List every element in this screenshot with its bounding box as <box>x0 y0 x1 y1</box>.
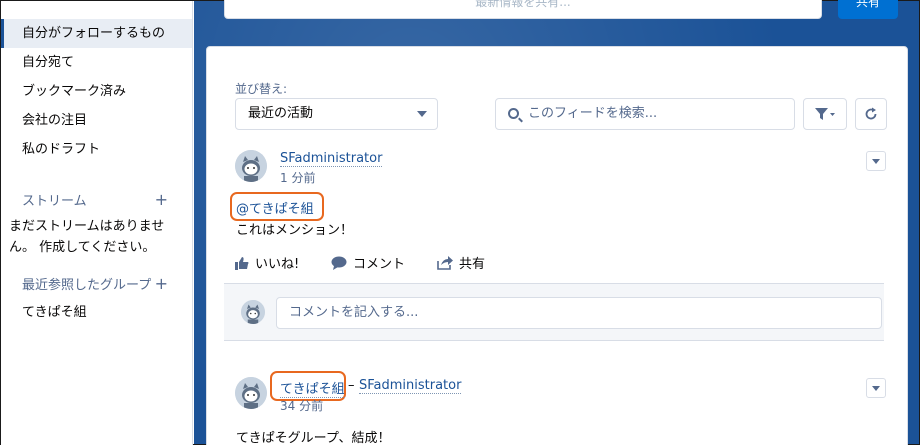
sidebar-item-to-me[interactable]: 自分宛て <box>1 48 192 77</box>
refresh-icon <box>865 107 877 120</box>
mention-link[interactable]: @てきぱそ組 <box>236 198 314 217</box>
sort-select-value: 最近の活動 <box>248 106 314 121</box>
post-author-link[interactable]: SFadministrator <box>280 151 383 167</box>
comment-area: コメントを記入する... <box>224 283 884 341</box>
post-group-link[interactable]: てきぱそ組 <box>280 378 345 398</box>
commenter-avatar <box>241 300 265 324</box>
sidebar-group-item[interactable]: てきぱそ組 <box>1 298 192 327</box>
comment-input[interactable]: コメントを記入する... <box>276 297 882 329</box>
share-action-button[interactable]: 共有 <box>437 253 485 272</box>
post-timestamp[interactable]: 34 分前 <box>280 397 323 414</box>
comment-placeholder: コメントを記入する... <box>289 305 419 320</box>
add-group-icon[interactable]: + <box>155 274 168 293</box>
share-input[interactable]: 最新情報を共有... <box>224 0 822 19</box>
groups-title: 最近参照したグループ <box>22 277 152 293</box>
filter-button[interactable] <box>803 98 847 130</box>
like-button[interactable]: いいね! <box>235 253 299 272</box>
streams-title: ストリーム <box>22 193 87 209</box>
sidebar-item-bookmarked[interactable]: ブックマーク済み <box>1 77 192 106</box>
feed-panel: 並び替え: 最近の活動 このフィードを検索... SFadministrator… <box>206 46 908 445</box>
filter-icon <box>815 108 835 120</box>
sidebar-item-my-drafts[interactable]: 私のドラフト <box>1 135 192 164</box>
share-icon <box>437 255 453 270</box>
post-body: てきぱそグループ、結成！ <box>236 431 391 445</box>
author-avatar[interactable] <box>235 377 267 409</box>
streams-section-header: ストリーム + <box>1 188 192 210</box>
share-label: 共有 <box>459 257 486 272</box>
refresh-button[interactable] <box>855 98 887 130</box>
post-body: これはメンション！ <box>236 223 354 238</box>
share-button[interactable]: 共有 <box>838 0 898 19</box>
post-author-link[interactable]: SFadministrator <box>359 378 462 394</box>
author-avatar[interactable] <box>235 150 267 182</box>
post-timestamp[interactable]: 1 分前 <box>280 169 315 186</box>
sort-label: 並び替え: <box>235 82 288 96</box>
search-icon <box>508 108 519 119</box>
comment-label: コメント <box>353 257 406 272</box>
groups-section-header: 最近参照したグループ + <box>1 272 192 294</box>
sidebar: 自分がフォローするもの 自分宛て ブックマーク済み 会社の注目 私のドラフト ス… <box>1 1 193 445</box>
feed-search-input[interactable]: このフィードを検索... <box>495 98 795 130</box>
like-label: いいね! <box>255 257 300 272</box>
sidebar-item-following[interactable]: 自分がフォローするもの <box>1 19 192 48</box>
streams-empty-message: まだストリームはありません。 作成してください。 <box>9 219 165 255</box>
feed-search-placeholder: このフィードを検索... <box>528 106 658 121</box>
post-separator: – <box>348 378 355 393</box>
caret-down-icon <box>417 111 427 117</box>
comment-icon <box>331 256 347 270</box>
post-menu-button[interactable] <box>866 151 886 171</box>
thumbs-up-icon <box>235 256 249 270</box>
sidebar-item-company-highlights[interactable]: 会社の注目 <box>1 106 192 135</box>
comment-button[interactable]: コメント <box>331 253 405 272</box>
add-stream-icon[interactable]: + <box>155 190 168 209</box>
sort-select[interactable]: 最近の活動 <box>235 98 438 130</box>
post-menu-button[interactable] <box>866 378 886 398</box>
